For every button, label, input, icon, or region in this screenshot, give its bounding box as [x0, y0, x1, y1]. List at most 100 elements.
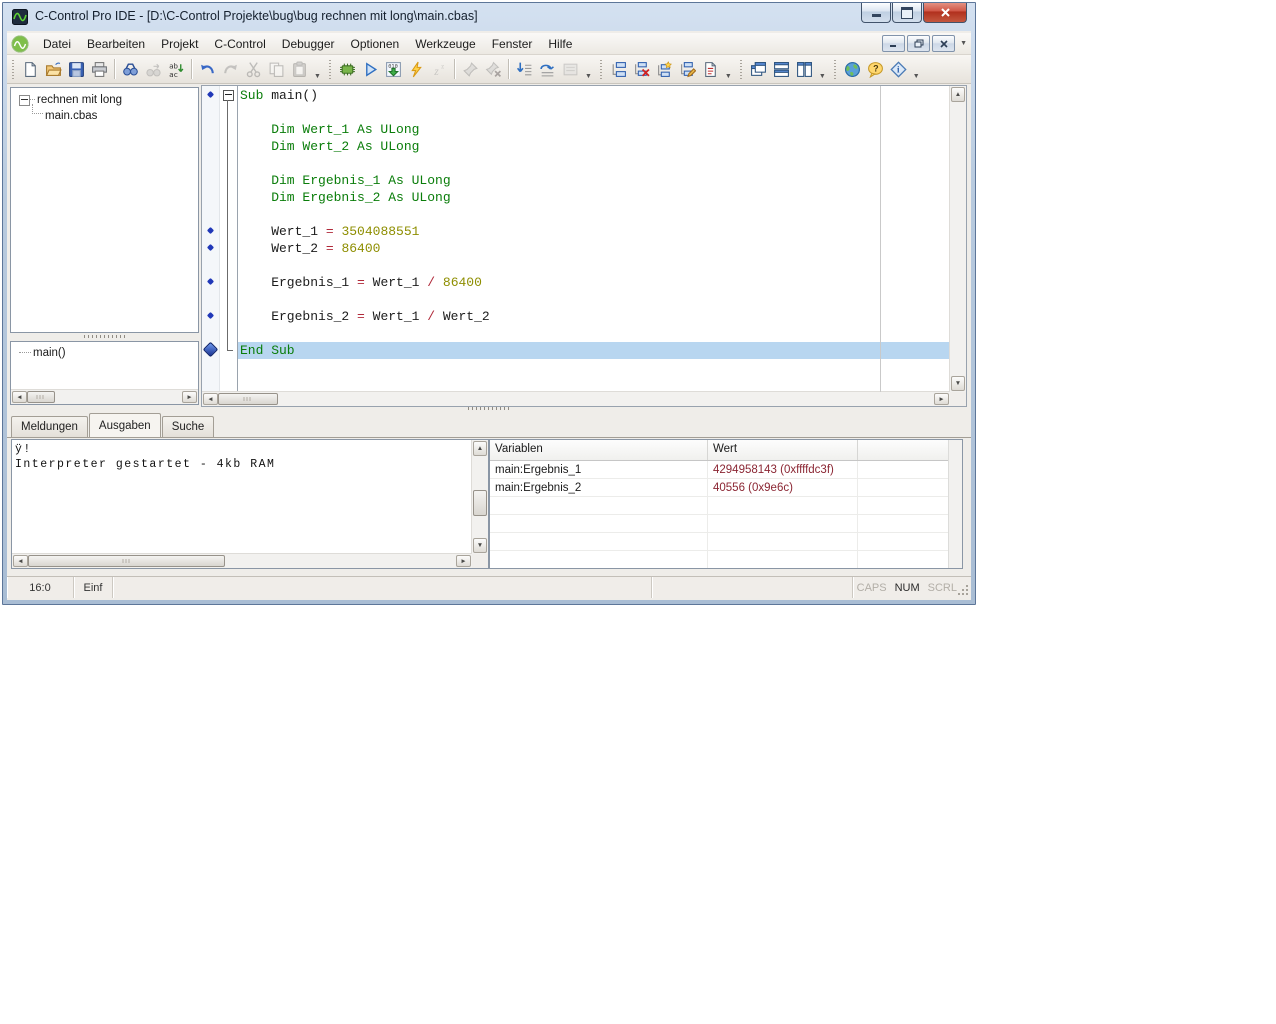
fold-collapse-icon[interactable]: [223, 90, 234, 101]
scroll-thumb[interactable]: [27, 391, 55, 403]
file-name-label[interactable]: main.cbas: [43, 110, 99, 122]
code-line-marker[interactable]: [202, 222, 219, 239]
step-over-button[interactable]: [536, 58, 559, 81]
toolbar-drag-handle[interactable]: [833, 59, 838, 79]
editor-v-scrollbar[interactable]: ▲ ▼: [949, 86, 966, 392]
project-edit-button[interactable]: [676, 58, 699, 81]
undo-button[interactable]: [196, 58, 219, 81]
code-line-16[interactable]: End Sub: [238, 342, 950, 359]
code-line-4[interactable]: Dim Wert_2 As ULong: [238, 138, 950, 155]
variable-value-cell[interactable]: 40556 (0x9e6c): [708, 479, 858, 496]
code-line-15[interactable]: [238, 325, 950, 342]
about-button[interactable]: i: [887, 58, 910, 81]
scroll-thumb[interactable]: [28, 555, 225, 567]
code-line-9[interactable]: Wert_1 = 3504088551: [238, 223, 950, 240]
scroll-down-icon[interactable]: ▼: [473, 538, 487, 553]
transfer-to-chip-button[interactable]: [336, 58, 359, 81]
code-line-13[interactable]: [238, 291, 950, 308]
variable-name-cell[interactable]: main:Ergebnis_2: [490, 479, 708, 496]
project-add-button[interactable]: [607, 58, 630, 81]
gutter-cell[interactable]: [202, 290, 219, 307]
toolbar-overflow-caret-icon[interactable]: ▼: [816, 73, 829, 80]
project-name-label[interactable]: rechnen mit long: [35, 94, 124, 106]
code-line-marker[interactable]: [202, 273, 219, 290]
variable-name-cell[interactable]: main:Ergebnis_1: [490, 461, 708, 478]
code-line-1[interactable]: Sub main(): [238, 87, 950, 104]
code-line-10[interactable]: Wert_2 = 86400: [238, 240, 950, 257]
toolbar-overflow-caret-icon[interactable]: ▼: [582, 73, 595, 80]
new-file-button[interactable]: [19, 58, 42, 81]
toolbar-overflow-caret-icon[interactable]: ▼: [722, 73, 735, 80]
menu-optionen[interactable]: Optionen: [343, 35, 408, 53]
menu-hilfe[interactable]: Hilfe: [540, 35, 580, 53]
compile-button[interactable]: 010: [382, 58, 405, 81]
scroll-down-icon[interactable]: ▼: [951, 376, 965, 391]
menu-datei[interactable]: Datei: [35, 35, 79, 53]
code-line-6[interactable]: Dim Ergebnis_1 As ULong: [238, 172, 950, 189]
gutter-cell[interactable]: [202, 256, 219, 273]
gutter-cell[interactable]: [202, 103, 219, 120]
toolbar-overflow-caret-icon[interactable]: ▼: [910, 73, 923, 80]
tile-horizontal-button[interactable]: [770, 58, 793, 81]
scroll-up-icon[interactable]: ▲: [473, 441, 487, 456]
code-line-2[interactable]: [238, 104, 950, 121]
toolbar-drag-handle[interactable]: [328, 59, 333, 79]
code-line-marker[interactable]: [202, 86, 219, 103]
step-into-button[interactable]: [513, 58, 536, 81]
collapse-expander-icon[interactable]: [19, 95, 30, 106]
menu-c-control[interactable]: C-Control: [206, 35, 273, 53]
code-line-marker[interactable]: [202, 307, 219, 324]
output-h-scrollbar[interactable]: ◄ ►: [12, 553, 472, 568]
code-line-11[interactable]: [238, 257, 950, 274]
project-remove-button[interactable]: [630, 58, 653, 81]
execution-pointer-marker[interactable]: [202, 341, 219, 358]
tab-meldungen[interactable]: Meldungen: [11, 416, 88, 437]
editor-h-scrollbar[interactable]: ◄ ►: [202, 391, 950, 406]
code-line-5[interactable]: [238, 155, 950, 172]
menu-projekt[interactable]: Projekt: [153, 35, 206, 53]
mdi-minimize-button[interactable]: [882, 35, 905, 52]
gutter-cell[interactable]: [202, 205, 219, 222]
scroll-thumb[interactable]: [218, 393, 278, 405]
scroll-thumb[interactable]: [473, 490, 487, 516]
bottom-splitter-handle[interactable]: [468, 407, 510, 410]
empty-column-header[interactable]: [858, 440, 962, 460]
replace-button[interactable]: abac: [165, 58, 188, 81]
toolbar-drag-handle[interactable]: [739, 59, 744, 79]
code-line-12[interactable]: Ergebnis_1 = Wert_1 / 86400: [238, 274, 950, 291]
menu-debugger[interactable]: Debugger: [274, 35, 343, 53]
gutter-cell[interactable]: [202, 154, 219, 171]
help-button[interactable]: ?: [864, 58, 887, 81]
tile-vertical-button[interactable]: [793, 58, 816, 81]
variable-value-cell[interactable]: 4294958143 (0xffffdc3f): [708, 461, 858, 478]
code-editor[interactable]: Sub main() Dim Wert_1 As ULong Dim Wert_…: [201, 85, 967, 407]
close-button[interactable]: [923, 3, 967, 23]
project-new-item-button[interactable]: [653, 58, 676, 81]
empty-cell[interactable]: [858, 479, 962, 496]
toolbar-drag-handle[interactable]: [11, 59, 16, 79]
code-line-7[interactable]: Dim Ergebnis_2 As ULong: [238, 189, 950, 206]
run-button[interactable]: [359, 58, 382, 81]
code-line-marker[interactable]: [202, 239, 219, 256]
code-text-area[interactable]: Sub main() Dim Wert_1 As ULong Dim Wert_…: [237, 86, 950, 392]
variable-row[interactable]: main:Ergebnis_14294958143 (0xffffdc3f): [490, 461, 962, 479]
toolbar-overflow-caret-icon[interactable]: ▼: [311, 73, 324, 80]
gutter-cell[interactable]: [202, 137, 219, 154]
function-item[interactable]: main(): [11, 345, 198, 361]
tab-ausgaben[interactable]: Ausgaben: [89, 413, 161, 437]
variable-row[interactable]: main:Ergebnis_240556 (0x9e6c): [490, 479, 962, 497]
mdi-close-button[interactable]: [932, 35, 955, 52]
save-file-button[interactable]: [65, 58, 88, 81]
tab-suche[interactable]: Suche: [162, 416, 215, 437]
gutter-cell[interactable]: [202, 324, 219, 341]
value-column-header[interactable]: Wert: [708, 440, 858, 460]
editor-fold-margin[interactable]: [220, 86, 237, 392]
title-bar[interactable]: C-Control Pro IDE - [D:\C-Control Projek…: [3, 3, 975, 31]
scroll-left-icon[interactable]: ◄: [13, 555, 28, 567]
function-name-label[interactable]: main(): [31, 347, 68, 359]
maximize-button[interactable]: [892, 3, 922, 23]
functions-h-scrollbar[interactable]: ◄ ►: [11, 389, 198, 404]
menu-fenster[interactable]: Fenster: [484, 35, 541, 53]
code-line-8[interactable]: [238, 206, 950, 223]
file-properties-button[interactable]: [699, 58, 722, 81]
